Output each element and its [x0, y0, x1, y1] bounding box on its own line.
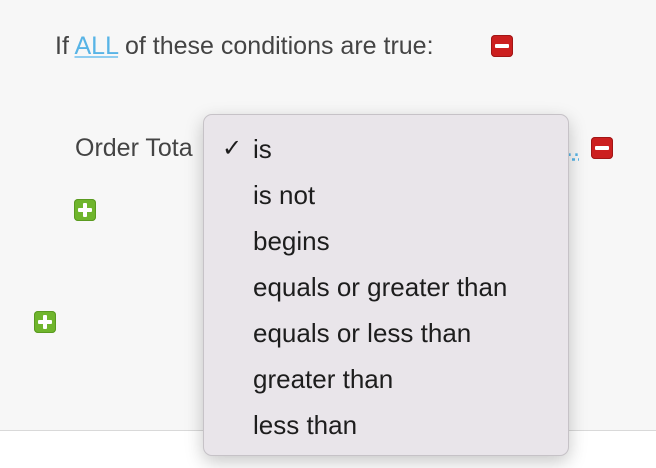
add-condition-group-icon[interactable] [34, 311, 56, 333]
option-label: is [253, 134, 272, 164]
dropdown-option-equals-or-greater-than[interactable]: equals or greater than [204, 264, 568, 310]
header-prefix: If [55, 32, 69, 60]
dropdown-option-less-than[interactable]: less than [204, 402, 568, 448]
option-label: greater than [253, 364, 394, 394]
remove-condition-group-icon[interactable] [491, 35, 513, 57]
option-label: equals or less than [253, 318, 472, 348]
operator-dropdown-menu[interactable]: ✓ is is not begins equals or greater tha… [203, 114, 569, 456]
option-label: equals or greater than [253, 272, 508, 302]
option-label: less than [253, 410, 358, 440]
remove-rule-icon[interactable] [591, 137, 613, 159]
dropdown-option-is-not[interactable]: is not [204, 172, 568, 218]
dropdown-option-equals-or-less-than[interactable]: equals or less than [204, 310, 568, 356]
option-label: begins [253, 226, 330, 256]
rule-field-label[interactable]: Order Tota [75, 132, 193, 164]
header-suffix: of these conditions are true: [125, 32, 434, 60]
dropdown-option-begins[interactable]: begins [204, 218, 568, 264]
condition-header: If ALL of these conditions are true: [55, 30, 434, 62]
dropdown-option-greater-than[interactable]: greater than [204, 356, 568, 402]
checkmark-icon: ✓ [222, 135, 243, 162]
dropdown-option-is[interactable]: ✓ is [204, 126, 568, 172]
match-mode-link[interactable]: ALL [74, 32, 118, 60]
option-label: is not [253, 180, 316, 210]
add-rule-icon[interactable] [74, 199, 96, 221]
